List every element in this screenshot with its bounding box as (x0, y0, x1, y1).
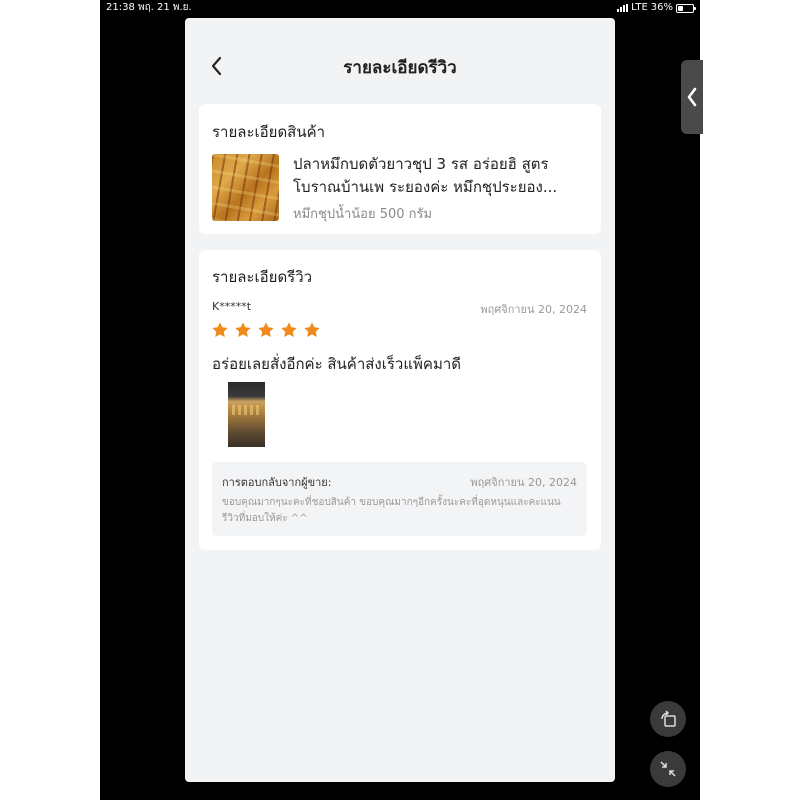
star-icon (235, 322, 251, 338)
side-panel-handle[interactable] (681, 60, 703, 134)
star-icon (304, 322, 320, 338)
review-card: รายละเอียดรีวิว K*****t พฤศจิกายน 20, 20… (199, 250, 601, 550)
product-card[interactable]: รายละเอียดสินค้า ปลาหมึกบดตัวยาวชุป 3 รส… (199, 104, 601, 234)
product-section-title: รายละเอียดสินค้า (212, 123, 326, 141)
collapse-arrows-icon (660, 761, 676, 777)
network-label: LTE (631, 2, 648, 13)
page-title: รายละเอียดรีวิว (343, 58, 457, 78)
seller-reply-label: การตอบกลับจากผู้ขาย: (222, 476, 332, 489)
rotate-icon (661, 710, 676, 727)
device-screen: 21:38 พฤ. 21 พ.ย. LTE 36% รายละเอียดรีวิ… (100, 0, 700, 800)
status-time: 21:38 (106, 2, 135, 13)
review-section-title: รายละเอียดรีวิว (212, 268, 313, 286)
star-icon (212, 322, 228, 338)
seller-reply-date: พฤศจิกายน 20, 2024 (470, 476, 577, 489)
battery-percent: 36% (650, 2, 673, 13)
status-right-group: LTE 36% (617, 0, 696, 16)
product-variant: หมึกชุปน้ำน้อย 500 กรัม (293, 207, 433, 222)
review-detail-panel: รายละเอียดรีวิว รายละเอียดสินค้า ปลาหมึก… (185, 18, 615, 782)
review-date: พฤศจิกายน 20, 2024 (480, 303, 587, 316)
product-name-line: โบราณบ้านเพ ระยองค่ะ หมึกชุประยอง... (293, 178, 558, 196)
product-name-line: ปลาหมึกบดตัวยาวชุป 3 รส อร่อยฮิ สูตร (293, 155, 549, 173)
product-name[interactable]: ปลาหมึกบดตัวยาวชุป 3 รส อร่อยฮิ สูตร โบร… (293, 153, 591, 199)
signal-icon (617, 4, 629, 12)
chevron-left-icon (687, 87, 697, 107)
seller-reply-text: ขอบคุณมากๆนะคะที่ชอบสินค้า ขอบคุณมากๆอีก… (222, 497, 561, 524)
status-bar: 21:38 พฤ. 21 พ.ย. LTE 36% (100, 0, 700, 16)
star-icon (281, 322, 297, 338)
seller-reply: การตอบกลับจากผู้ขาย: พฤศจิกายน 20, 2024 … (212, 462, 587, 536)
review-text: อร่อยเลยสั่งอีกค่ะ สินค้าส่งเร็วแพ็คมาดี (212, 355, 461, 373)
product-thumbnail[interactable] (212, 154, 279, 221)
battery-icon (676, 3, 696, 13)
star-icon (258, 322, 274, 338)
reviewer-name: K*****t (212, 300, 252, 313)
collapse-button[interactable] (650, 751, 686, 787)
rotate-button[interactable] (650, 701, 686, 737)
star-rating (211, 321, 321, 339)
top-bar: รายละเอียดรีวิว (185, 18, 615, 100)
review-photo[interactable] (228, 382, 265, 447)
status-date: พฤ. 21 พ.ย. (138, 2, 192, 13)
